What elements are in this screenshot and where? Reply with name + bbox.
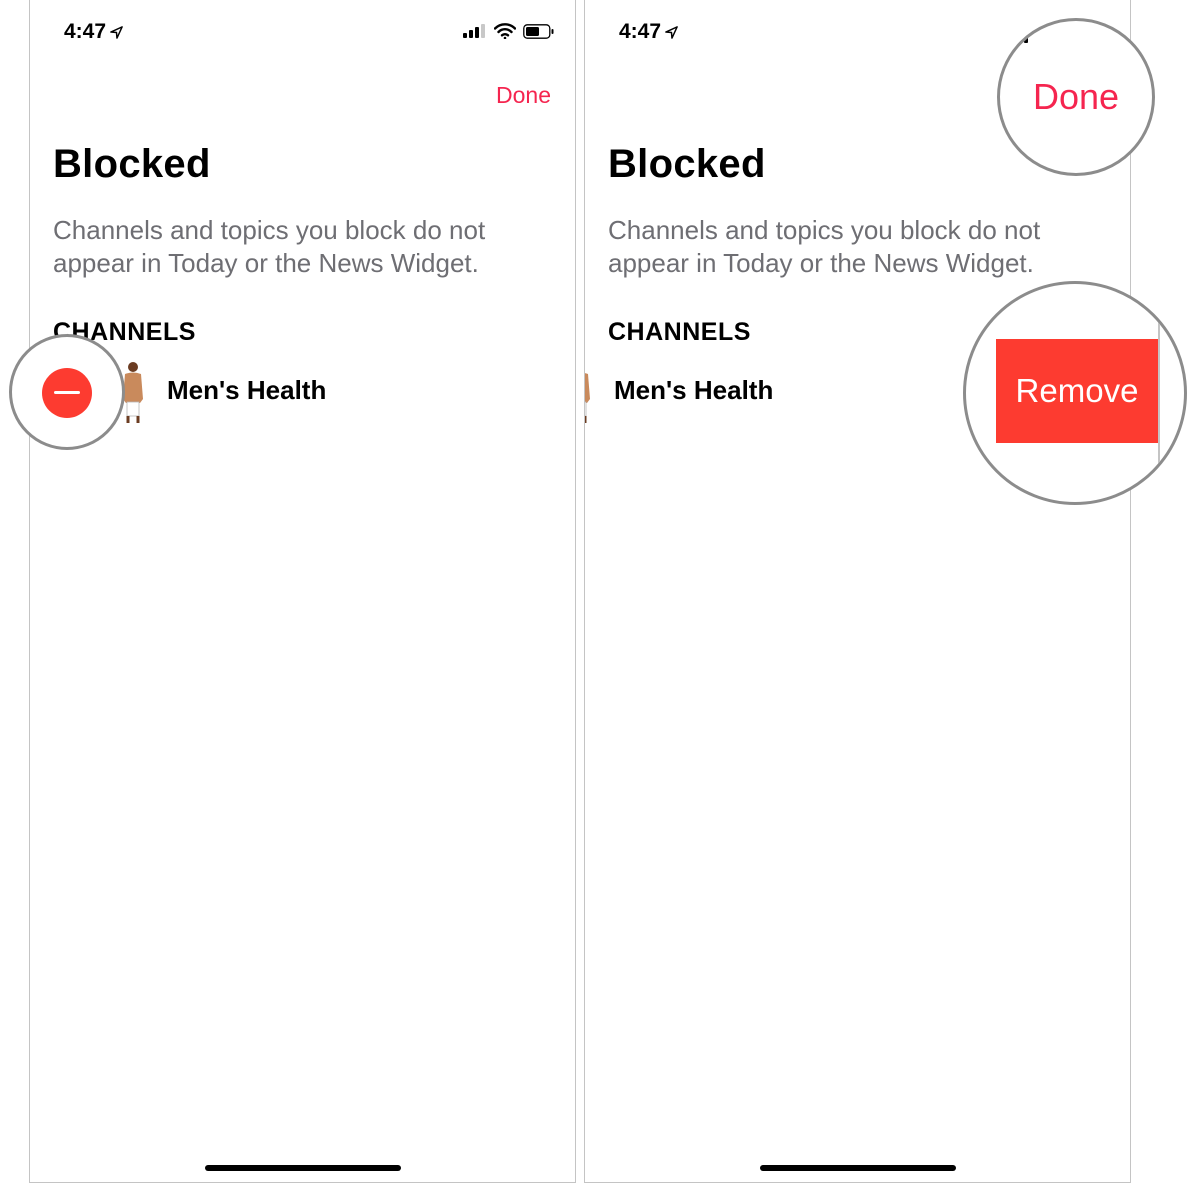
zoom-callout-delete <box>9 334 125 450</box>
status-bar-icons <box>463 23 555 39</box>
zoom-callout-remove: Remove <box>963 281 1187 505</box>
cellular-signal-icon <box>463 24 485 38</box>
battery-icon <box>523 23 554 39</box>
minus-circle-icon[interactable] <box>42 368 92 418</box>
status-time-text: 4:47 <box>619 20 662 43</box>
location-arrow-icon <box>665 25 678 39</box>
page-description: Channels and topics you block do not app… <box>53 215 486 278</box>
screen-edge-divider <box>1158 284 1160 502</box>
page-description: Channels and topics you block do not app… <box>608 215 1041 278</box>
cellular-signal-icon <box>1012 32 1028 43</box>
status-bar-time: 4:47 <box>64 20 124 44</box>
home-indicator <box>204 1165 401 1171</box>
section-header-channels: CHANNELS <box>608 318 751 346</box>
screenshot-canvas: 4:47 Done Blocked Channels and topics yo… <box>0 0 1200 1183</box>
page-title: Blocked <box>608 142 766 186</box>
zoom-callout-done: Done <box>997 18 1155 176</box>
page-title: Blocked <box>53 142 211 186</box>
channel-name: Men's Health <box>614 375 774 405</box>
phone-screen-edit-mode: 4:47 Done Blocked Channels and topics yo… <box>29 0 576 1183</box>
done-button-zoomed[interactable]: Done <box>1000 76 1152 118</box>
status-bar-time: 4:47 <box>619 20 679 44</box>
phone-screen-swipe-remove: 4:47 Done Blocked Channels and topics yo… <box>584 0 1131 1183</box>
home-indicator <box>759 1165 956 1171</box>
channel-name: Men's Health <box>167 375 327 405</box>
channel-thumbnail <box>585 373 590 423</box>
remove-button-zoomed[interactable]: Remove <box>996 339 1158 443</box>
done-button[interactable]: Done <box>496 82 551 109</box>
wifi-icon <box>494 23 516 39</box>
status-time-text: 4:47 <box>64 20 107 43</box>
location-arrow-icon <box>110 25 123 39</box>
